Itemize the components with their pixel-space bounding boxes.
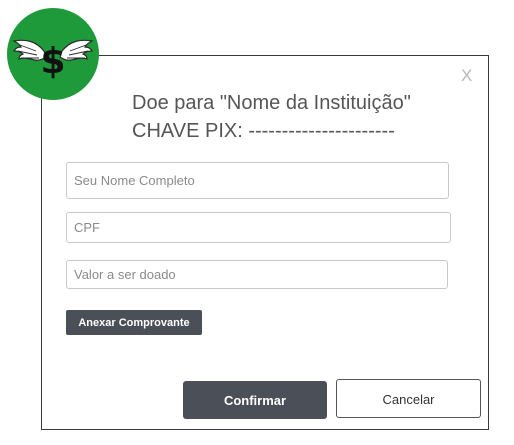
svg-text:$: $ xyxy=(40,41,65,82)
cancel-button[interactable]: Cancelar xyxy=(336,379,481,418)
logo: $ xyxy=(6,7,100,101)
full-name-input[interactable] xyxy=(66,162,449,199)
modal-title: Doe para "Nome da Instituição" xyxy=(132,92,411,114)
attach-receipt-button[interactable]: Anexar Comprovante xyxy=(66,310,202,335)
close-icon[interactable]: X xyxy=(461,66,472,86)
cpf-input[interactable] xyxy=(66,212,451,243)
pix-key-label: CHAVE PIX: ---------------------- xyxy=(132,120,395,142)
donation-value-input[interactable] xyxy=(66,260,448,289)
winged-dollar-icon: $ xyxy=(7,8,99,100)
confirm-button[interactable]: Confirmar xyxy=(183,381,327,419)
